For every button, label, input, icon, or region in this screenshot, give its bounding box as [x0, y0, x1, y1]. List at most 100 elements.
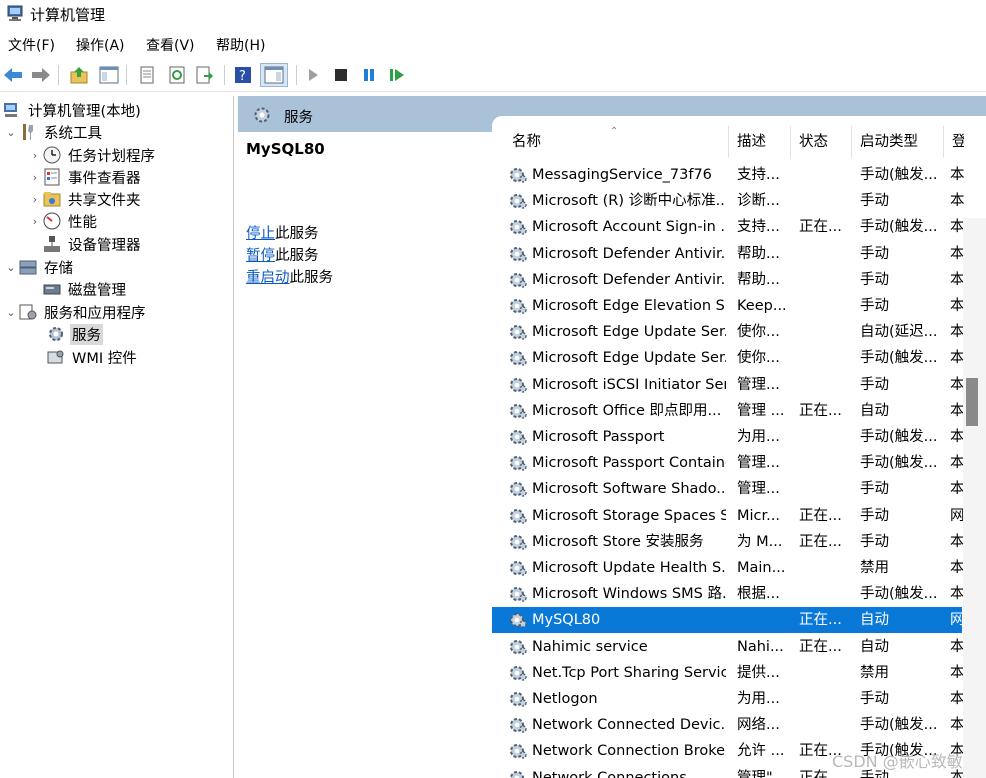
service-name: Network Connected Devic... — [532, 717, 726, 734]
properties-icon[interactable] — [136, 64, 158, 86]
service-row[interactable]: Microsoft Update Health S... Main... 禁用本 — [492, 555, 965, 581]
service-description — [737, 607, 793, 633]
column-header-description[interactable]: 描述 — [729, 126, 791, 158]
gear-icon — [252, 105, 272, 129]
tree-item-shared-folders[interactable]: › 共享文件夹 — [28, 188, 143, 210]
service-row[interactable]: MySQL80 正在... 自动网 — [492, 607, 965, 634]
menu-view[interactable]: 查看(V) — [146, 35, 195, 55]
show-hide-tree-icon[interactable] — [98, 64, 120, 86]
service-row[interactable]: Microsoft (R) 诊断中心标准... 诊断... 手动 本 — [492, 188, 965, 214]
service-description: 使你... — [737, 350, 780, 367]
action-pane-icon[interactable] — [260, 63, 288, 87]
restart-link[interactable]: 重启动 — [246, 270, 290, 286]
chevron-down-icon[interactable]: ⌄ — [4, 126, 18, 139]
vertical-scrollbar[interactable] — [963, 218, 986, 778]
services-pane: 服务 MySQL80 停止此服务 暂停此服务 重启动此服务 ⌃ 名称 描述 状态… — [238, 96, 986, 778]
service-name: Microsoft Defender Antivir... — [532, 245, 726, 262]
tree-item-services-apps[interactable]: ⌄ 服务和应用程序 — [4, 301, 148, 323]
menu-file[interactable]: 文件(F) — [8, 35, 55, 55]
service-row[interactable]: Microsoft Passport 为用... 手动(触发... 本 — [492, 424, 965, 450]
tree-item-task-scheduler[interactable]: › 任务计划程序 — [28, 144, 157, 166]
pause-link[interactable]: 暂停 — [246, 248, 275, 264]
service-row[interactable]: Microsoft Store 安装服务为 M... 正在... 手动本 — [492, 529, 965, 555]
start-icon[interactable] — [302, 64, 324, 86]
chevron-right-icon[interactable]: › — [28, 193, 42, 206]
service-startup-type: 禁用 — [860, 664, 889, 681]
stop-icon[interactable] — [330, 64, 352, 86]
refresh-icon[interactable] — [166, 64, 188, 86]
stop-link[interactable]: 停止 — [246, 226, 275, 242]
export-icon[interactable] — [194, 64, 216, 86]
tree-label-system-tools: 系统工具 — [44, 125, 102, 142]
service-row[interactable]: Microsoft Defender Antivir... 帮助... 手动本 — [492, 267, 965, 293]
service-row[interactable]: Network Connected Devic... 网络... 手动(触发... 本 — [492, 712, 965, 738]
chevron-right-icon[interactable]: › — [28, 215, 42, 228]
service-row[interactable]: Microsoft Software Shado... 管理... 手动本 — [492, 476, 965, 502]
back-icon[interactable] — [2, 64, 24, 86]
service-row[interactable]: Microsoft Passport Container 管理... 手动(触发..… — [492, 450, 965, 476]
svg-text:?: ? — [239, 69, 246, 84]
menu-action[interactable]: 操作(A) — [76, 35, 125, 55]
chevron-right-icon[interactable]: › — [28, 171, 42, 184]
service-row[interactable]: Microsoft Office 即点即用... 管理 ... 正在... 自动本 — [492, 398, 965, 424]
service-row[interactable]: Microsoft Windows SMS 路... 根据... 手动(触发... 本 — [492, 581, 965, 607]
service-row[interactable]: Netlogon 为用... 手动本 — [492, 686, 965, 712]
tree-label-services-apps: 服务和应用程序 — [44, 305, 146, 322]
resume-icon[interactable] — [386, 64, 408, 86]
service-row[interactable]: Microsoft Defender Antivir... 帮助... 手动本 — [492, 241, 965, 267]
service-row[interactable]: Net.Tcp Port Sharing Service 提供... 禁用本 — [492, 660, 965, 686]
service-startup-type: 手动(触发... — [860, 167, 938, 183]
menu-help[interactable]: 帮助(H) — [216, 35, 265, 55]
service-status: 正在... — [799, 533, 842, 550]
service-name: Microsoft Update Health S... — [532, 560, 726, 576]
service-name: Microsoft Account Sign-in ... — [532, 219, 726, 236]
service-row[interactable]: Microsoft Storage Spaces S... Micr... 正在..… — [492, 503, 965, 529]
up-icon[interactable] — [68, 64, 90, 86]
column-header-name[interactable]: 名称 — [504, 126, 729, 158]
tree-item-wmi[interactable]: WMI 控件 — [46, 346, 139, 368]
storage-icon — [18, 258, 38, 276]
tree-item-performance[interactable]: › 性能 — [28, 210, 99, 232]
tree-label-disk-management: 磁盘管理 — [68, 282, 126, 299]
chevron-down-icon[interactable]: ⌄ — [4, 261, 18, 274]
pause-icon[interactable] — [358, 64, 380, 86]
service-row[interactable]: Nahimic service Nahi... 正在... 自动本 — [492, 634, 965, 660]
column-header-logon[interactable]: 登 — [944, 126, 964, 158]
forward-icon[interactable] — [30, 64, 52, 86]
tree-item-storage[interactable]: ⌄ 存储 — [4, 256, 75, 278]
service-name: Network Connection Broker — [532, 743, 726, 760]
tree-item-root[interactable]: 计算机管理(本地) — [2, 99, 143, 121]
service-logon: 本 — [950, 193, 965, 210]
service-status — [799, 345, 853, 371]
service-name: Microsoft Windows SMS 路... — [532, 586, 726, 603]
service-row[interactable]: Microsoft Edge Update Ser... 使你... 自动(延迟..… — [492, 319, 965, 345]
service-row[interactable]: Microsoft Edge Elevation S... Keep... 手动本 — [492, 293, 965, 319]
disk-icon — [42, 280, 62, 298]
tree-item-services[interactable]: 服务 — [46, 323, 103, 345]
scrollbar-thumb[interactable] — [966, 378, 978, 426]
help-icon[interactable]: ? — [232, 64, 254, 86]
service-logon: 本 — [950, 167, 965, 183]
tree-item-device-manager[interactable]: 设备管理器 — [42, 233, 143, 255]
chevron-down-icon[interactable]: ⌄ — [4, 306, 18, 319]
service-status — [799, 686, 853, 712]
service-description: 帮助... — [737, 271, 780, 288]
window-title: 计算机管理 — [30, 6, 106, 24]
service-row[interactable]: Microsoft Account Sign-in ... 支持... 正在... 手… — [492, 214, 965, 240]
service-startup-type: 手动 — [860, 376, 889, 393]
toolbar: ? — [0, 58, 986, 92]
chevron-right-icon[interactable]: › — [28, 149, 42, 162]
service-row[interactable]: MessagingService_73f76 支持... 手动(触发... 本 — [492, 162, 965, 188]
tree-item-system-tools[interactable]: ⌄ 系统工具 — [4, 121, 104, 143]
service-status — [799, 267, 853, 293]
service-row[interactable]: Microsoft iSCSI Initiator Ser... 管理... 手动本 — [492, 372, 965, 398]
tree-item-disk-management[interactable]: 磁盘管理 — [42, 278, 128, 300]
service-row[interactable]: Microsoft Edge Update Ser... 使你... 手动(触发..… — [492, 345, 965, 371]
service-status — [799, 712, 853, 738]
service-status — [799, 476, 853, 502]
column-header-startup-type[interactable]: 启动类型 — [852, 126, 944, 158]
service-name: Nahimic service — [532, 638, 648, 655]
column-header-status[interactable]: 状态 — [791, 126, 852, 158]
service-status: 正在... — [799, 612, 842, 629]
tree-item-event-viewer[interactable]: › 事件查看器 — [28, 166, 143, 188]
